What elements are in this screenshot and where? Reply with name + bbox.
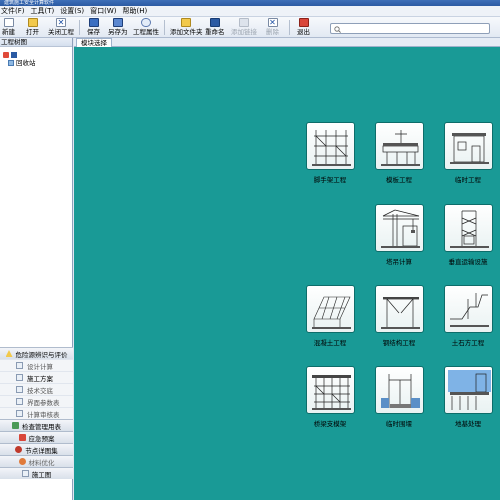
scaffold-icon <box>305 122 355 170</box>
module-concrete[interactable]: 混凝土工程 <box>304 285 356 347</box>
concrete-icon <box>305 285 355 333</box>
open-button[interactable]: 打开 <box>26 18 39 37</box>
nav-item-design-calc[interactable]: 设计计算 <box>0 359 73 371</box>
close-icon: ✕ <box>56 18 66 27</box>
material-icon <box>18 458 26 465</box>
calculator-icon <box>16 362 23 369</box>
close-project-button[interactable]: ✕ 关闭工程 <box>48 18 74 37</box>
module-cofferdam[interactable]: 临时围堰 <box>373 366 425 428</box>
toolbar-separator <box>164 20 165 35</box>
menu-file[interactable]: 文件(F) <box>0 6 30 17</box>
save-as-button[interactable]: 另存为 <box>108 18 128 37</box>
project-tree-header: 工程树图 <box>0 38 72 47</box>
vertical-transport-icon <box>443 204 493 252</box>
toolbar-separator <box>79 20 80 35</box>
exit-icon <box>298 18 309 27</box>
save-as-icon <box>112 18 123 27</box>
project-root-icon <box>3 52 9 58</box>
nav-section-hazard[interactable]: 危险源辨识与评价 <box>0 347 73 359</box>
recycle-bin-icon <box>8 60 14 66</box>
steel-icon <box>374 285 424 333</box>
info-icon <box>141 18 151 27</box>
project-properties-button[interactable]: 工程属性 <box>133 18 159 37</box>
plan-icon <box>16 374 23 381</box>
nav-section-inspection[interactable]: 检查管理用表 <box>0 419 73 431</box>
module-temporary[interactable]: 临时工程 <box>442 122 494 184</box>
project-tree-panel: 工程树图 回收站 危险源辨识与评价 设计计算 施工方案 技术交底 界面参数表 计… <box>0 38 73 500</box>
add-folder-button[interactable]: 添加文件夹 <box>170 18 203 37</box>
module-scaffold[interactable]: 脚手架工程 <box>304 122 356 184</box>
checklist-icon <box>12 422 19 429</box>
search-input[interactable] <box>330 23 490 34</box>
cofferdam-icon <box>374 366 424 414</box>
nav-item-tech-briefing[interactable]: 技术交底 <box>0 383 73 395</box>
nav-section-drawings[interactable]: 施工图 <box>0 467 73 479</box>
nav-item-construction-plan[interactable]: 施工方案 <box>0 371 73 383</box>
module-foundation[interactable]: 地基处理 <box>442 366 494 428</box>
nav-item-calc-review[interactable]: 计算审核表 <box>0 407 73 419</box>
add-link-button[interactable]: 添加链接 <box>231 18 257 37</box>
module-steel[interactable]: 钢结构工程 <box>373 285 425 347</box>
save-button[interactable]: 保存 <box>87 18 100 37</box>
formwork-icon <box>374 122 424 170</box>
tree-item-recycle-bin[interactable]: 回收站 <box>8 59 36 67</box>
rename-button[interactable]: 重命名 <box>205 18 225 37</box>
toolbar-separator <box>289 20 290 35</box>
new-button[interactable]: 新建 <box>2 18 15 37</box>
module-bridge-formwork[interactable]: 桥梁支模架 <box>304 366 356 428</box>
menu-window[interactable]: 窗口(W) <box>89 6 121 17</box>
drawing-icon <box>21 470 29 477</box>
module-formwork[interactable]: 模板工程 <box>373 122 425 184</box>
table-icon <box>16 398 23 405</box>
add-folder-icon <box>181 18 192 27</box>
module-vertical-transport[interactable]: 垂直运输设施 <box>442 204 494 266</box>
tree-item-project[interactable] <box>3 51 19 59</box>
module-workspace: 模块选择 脚手架工程 模板工程 临时工程 塔吊计算 垂直运输设施 混凝土工程 钢… <box>74 38 500 500</box>
delete-icon: ✕ <box>267 18 278 27</box>
rename-icon <box>209 18 220 27</box>
exit-button[interactable]: 退出 <box>297 18 310 37</box>
warning-icon <box>5 350 13 357</box>
folder-open-icon <box>27 18 38 27</box>
tab-bar: 模块选择 <box>74 38 500 47</box>
nav-section-node-details[interactable]: 节点详图集 <box>0 443 73 455</box>
menu-bar: 文件(F) 工具(T) 设置(S) 窗口(W) 帮助(H) <box>0 6 500 17</box>
document-icon <box>11 52 17 58</box>
module-earthwork[interactable]: 土石方工程 <box>442 285 494 347</box>
link-icon <box>239 18 249 27</box>
earthwork-icon <box>443 285 493 333</box>
node-detail-icon <box>15 446 23 453</box>
search-icon <box>334 26 341 33</box>
menu-settings[interactable]: 设置(S) <box>59 6 89 17</box>
emergency-icon <box>18 434 26 441</box>
nav-item-interface-params[interactable]: 界面参数表 <box>0 395 73 407</box>
foundation-icon <box>443 366 493 414</box>
module-tower-crane[interactable]: 塔吊计算 <box>373 204 425 266</box>
temporary-icon <box>443 122 493 170</box>
delete-button[interactable]: ✕ 删除 <box>266 18 279 37</box>
nav-section-emergency[interactable]: 应急预案 <box>0 431 73 443</box>
briefing-icon <box>16 386 23 393</box>
nav-section-material[interactable]: 材料优化 <box>0 455 73 467</box>
menu-help[interactable]: 帮助(H) <box>122 6 153 17</box>
bridge-formwork-icon <box>305 366 355 414</box>
tab-module-select[interactable]: 模块选择 <box>76 38 112 47</box>
tower-crane-icon <box>374 204 424 252</box>
save-icon <box>88 18 99 27</box>
new-file-icon <box>3 18 14 27</box>
menu-tools[interactable]: 工具(T) <box>30 6 60 17</box>
review-icon <box>16 410 23 417</box>
